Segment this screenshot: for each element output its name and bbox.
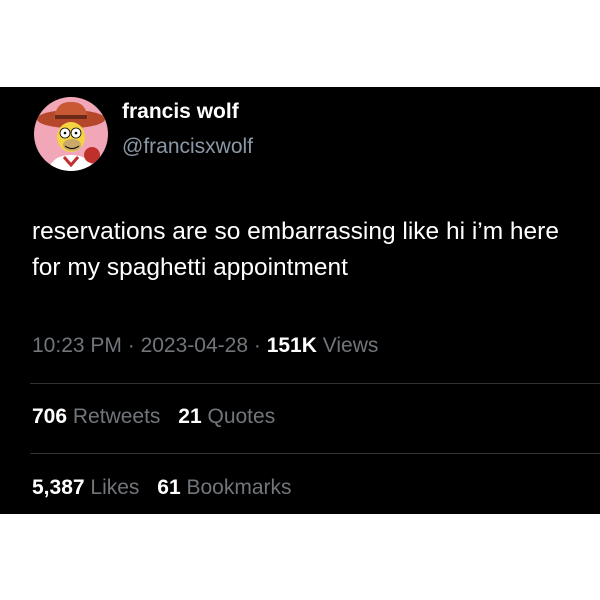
author-name[interactable]: francis wolf: [122, 100, 239, 124]
views-label: Views: [322, 334, 379, 357]
tweet-meta: 10:23 PM · 2023-04-28 · 151K Views: [32, 334, 378, 358]
likes-count: 5,387: [32, 476, 85, 499]
meta-separator: ·: [127, 334, 135, 357]
meta-separator: ·: [253, 334, 261, 357]
author-handle[interactable]: @francisxwolf: [122, 135, 253, 159]
quotes-label: Quotes: [207, 405, 276, 428]
bookmarks-stat[interactable]: 61 Bookmarks: [157, 476, 291, 500]
divider: [30, 453, 600, 454]
tweet-time[interactable]: 10:23 PM: [32, 334, 122, 357]
tweet-date[interactable]: 2023-04-28: [141, 334, 248, 357]
bookmarks-label: Bookmarks: [186, 476, 292, 499]
avatar[interactable]: [34, 97, 108, 171]
bookmarks-count: 61: [157, 476, 181, 499]
avatar-cowboy-character-icon: [34, 97, 108, 171]
likes-stat[interactable]: 5,387 Likes: [32, 476, 139, 500]
likes-label: Likes: [90, 476, 140, 499]
quotes-stat[interactable]: 21 Quotes: [178, 405, 275, 429]
retweets-stat[interactable]: 706 Retweets: [32, 405, 160, 429]
divider: [30, 383, 600, 384]
views-count: 151K: [266, 334, 317, 357]
retweets-label: Retweets: [72, 405, 161, 428]
stats-row-retweets: 706 Retweets 21 Quotes: [32, 405, 287, 429]
stats-row-likes: 5,387 Likes 61 Bookmarks: [32, 476, 304, 500]
quotes-count: 21: [178, 405, 202, 428]
retweets-count: 706: [32, 405, 68, 428]
tweet-text: reservations are so embarrassing like hi…: [32, 218, 559, 281]
